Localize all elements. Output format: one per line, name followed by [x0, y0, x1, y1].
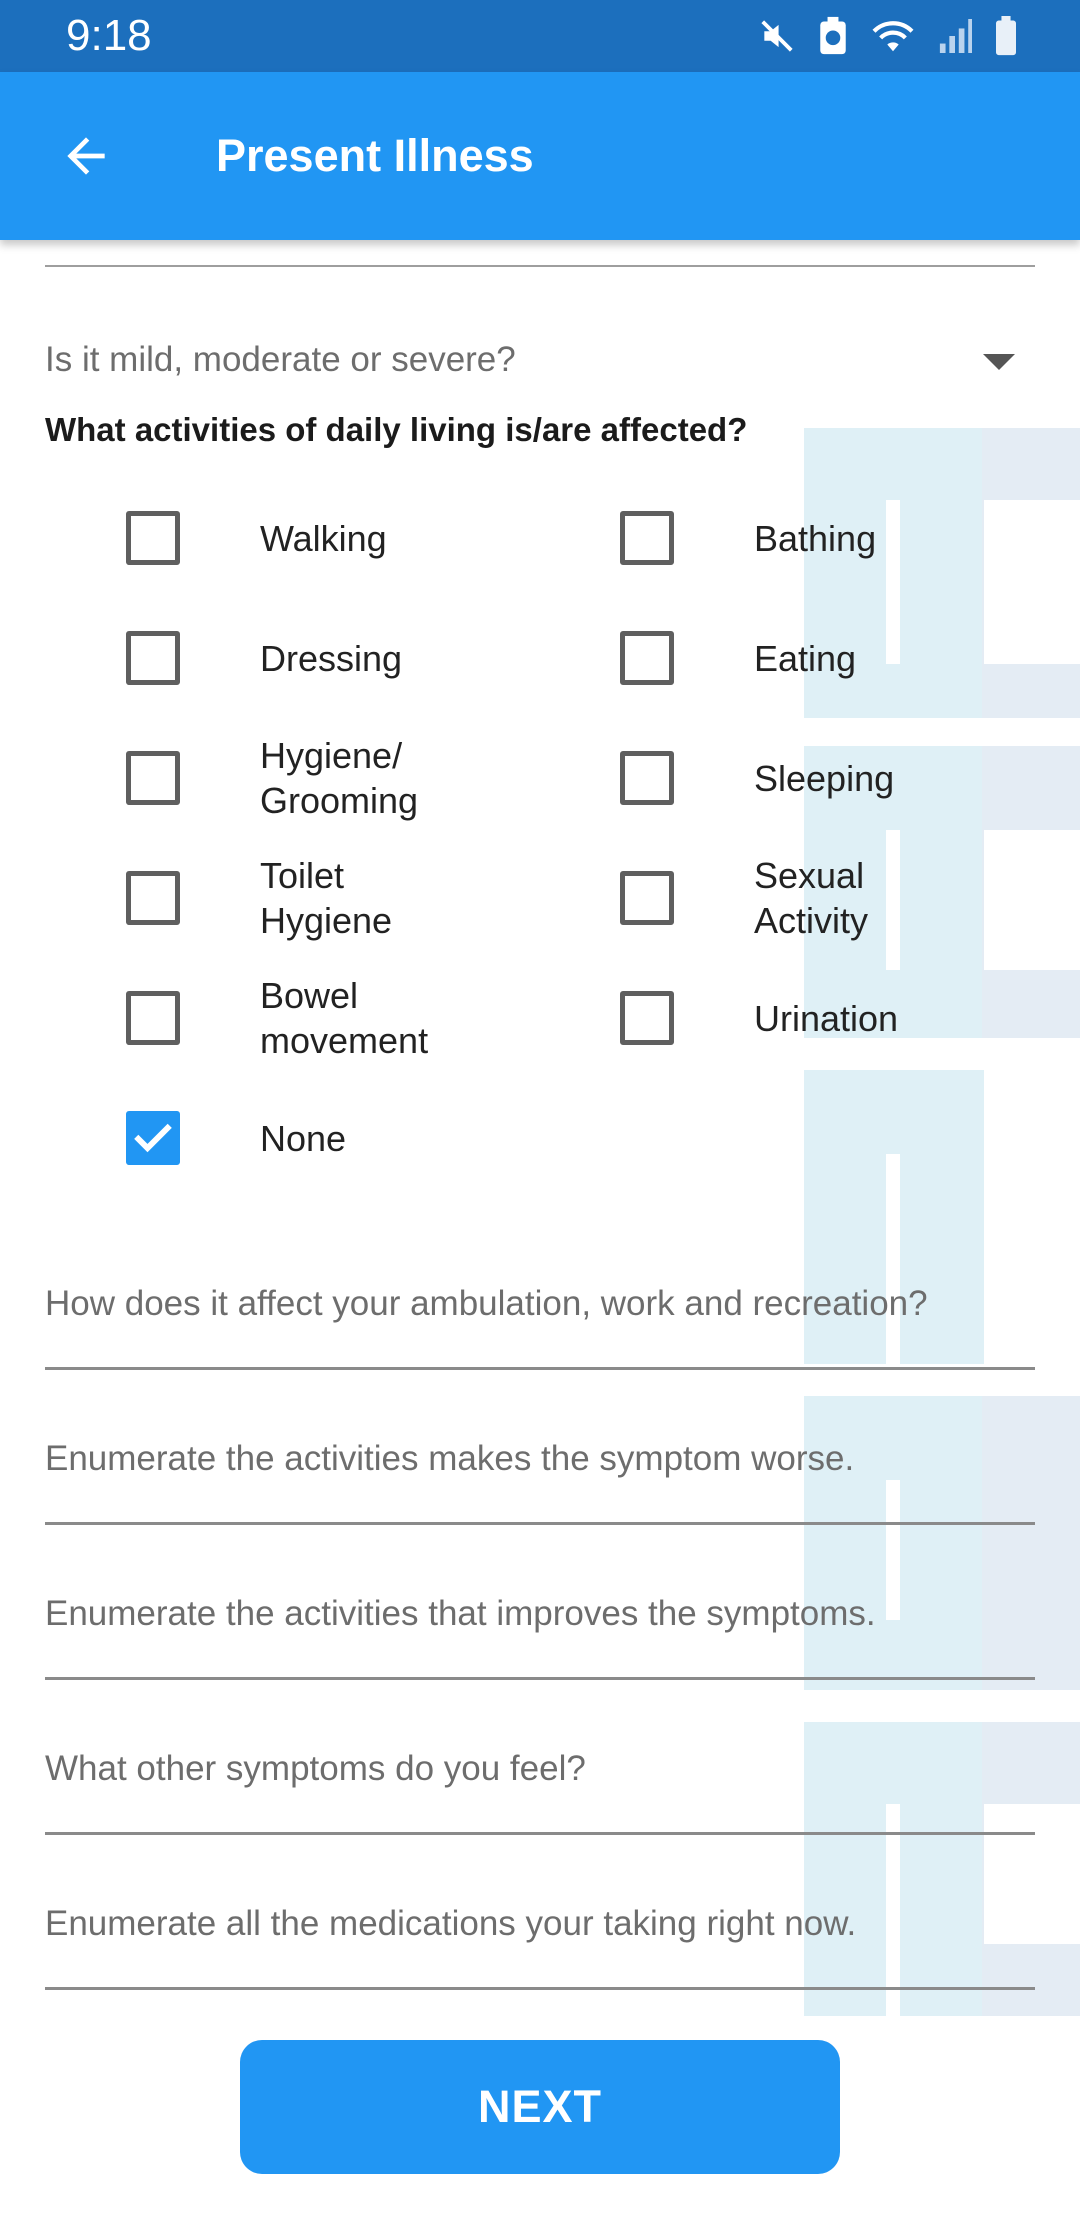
- back-button[interactable]: [42, 112, 130, 200]
- checkbox-label: Bowel movement: [260, 975, 429, 1061]
- other-symptoms-input[interactable]: [45, 1705, 1035, 1829]
- ambulation-impact-field[interactable]: [45, 1240, 1035, 1370]
- checkbox-bowel-movement[interactable]: Bowel movement: [126, 968, 428, 1068]
- battery-icon: [994, 16, 1018, 56]
- checkbox-urination[interactable]: Urination: [620, 968, 898, 1068]
- checkbox-none[interactable]: None: [126, 1088, 346, 1188]
- improving-activities-field[interactable]: [45, 1550, 1035, 1680]
- mute-icon: [758, 17, 796, 55]
- checkbox-eating[interactable]: Eating: [620, 608, 856, 708]
- severity-dropdown-value: Is it mild, moderate or severe?: [45, 340, 516, 379]
- worsening-activities-field[interactable]: [45, 1395, 1035, 1525]
- checkbox-label: Walking: [260, 517, 387, 559]
- checkbox-box[interactable]: [620, 991, 674, 1045]
- form-content[interactable]: Is it mild, moderate or severe? What act…: [0, 240, 1080, 2220]
- next-button[interactable]: NEXT: [240, 2040, 840, 2174]
- medications-field[interactable]: [45, 1860, 1035, 1990]
- wifi-icon: [870, 17, 916, 55]
- checkmark-icon: [134, 1123, 172, 1153]
- checkbox-walking[interactable]: Walking: [126, 488, 387, 588]
- severity-dropdown[interactable]: Is it mild, moderate or severe?: [45, 310, 1035, 410]
- checkbox-box[interactable]: [126, 631, 180, 685]
- battery-saver-icon: [818, 16, 848, 56]
- arrow-left-icon: [67, 137, 105, 175]
- field-underline: [45, 1987, 1035, 1990]
- checkbox-sleeping[interactable]: Sleeping: [620, 728, 894, 828]
- signal-icon: [938, 17, 972, 55]
- checkbox-box-checked[interactable]: [126, 1111, 180, 1165]
- page-title: Present Illness: [216, 130, 534, 181]
- checkbox-label: Toilet Hygiene: [260, 855, 393, 941]
- improving-activities-input[interactable]: [45, 1550, 1035, 1674]
- checkbox-dressing[interactable]: Dressing: [126, 608, 402, 708]
- checkbox-toilet-hygiene[interactable]: Toilet Hygiene: [126, 848, 392, 948]
- checkbox-box[interactable]: [620, 871, 674, 925]
- ambulation-impact-input[interactable]: [45, 1240, 1035, 1364]
- checkbox-hygiene-grooming[interactable]: Hygiene/ Grooming: [126, 728, 418, 828]
- checkbox-box[interactable]: [620, 511, 674, 565]
- checkbox-label: Hygiene/ Grooming: [260, 735, 419, 821]
- divider: [45, 265, 1035, 267]
- status-time: 9:18: [66, 11, 152, 60]
- checkbox-sexual-activity[interactable]: Sexual Activity: [620, 848, 868, 948]
- field-underline: [45, 1677, 1035, 1680]
- checkbox-label: Bathing: [754, 517, 877, 559]
- checkbox-box[interactable]: [126, 991, 180, 1045]
- checkbox-box[interactable]: [126, 511, 180, 565]
- checkbox-bathing[interactable]: Bathing: [620, 488, 876, 588]
- checkbox-box[interactable]: [620, 751, 674, 805]
- app-bar: Present Illness: [0, 72, 1080, 240]
- field-underline: [45, 1522, 1035, 1525]
- checkbox-label: Sleeping: [754, 757, 895, 799]
- status-bar: 9:18: [0, 0, 1080, 72]
- field-underline: [45, 1367, 1035, 1370]
- checkbox-box[interactable]: [126, 871, 180, 925]
- checkbox-label: Sexual Activity: [754, 855, 869, 941]
- other-symptoms-field[interactable]: [45, 1705, 1035, 1835]
- activities-question: What activities of daily living is/are a…: [45, 411, 748, 448]
- dropdown-arrow-icon: [983, 354, 1015, 370]
- worsening-activities-input[interactable]: [45, 1395, 1035, 1519]
- checkbox-label: None: [260, 1117, 347, 1159]
- checkbox-box[interactable]: [126, 751, 180, 805]
- medications-input[interactable]: [45, 1860, 1035, 1984]
- checkbox-label: Eating: [754, 637, 857, 679]
- checkbox-label: Urination: [754, 997, 899, 1039]
- checkbox-box[interactable]: [620, 631, 674, 685]
- checkbox-label: Dressing: [260, 637, 403, 679]
- status-icons: [758, 14, 1018, 58]
- field-underline: [45, 1832, 1035, 1835]
